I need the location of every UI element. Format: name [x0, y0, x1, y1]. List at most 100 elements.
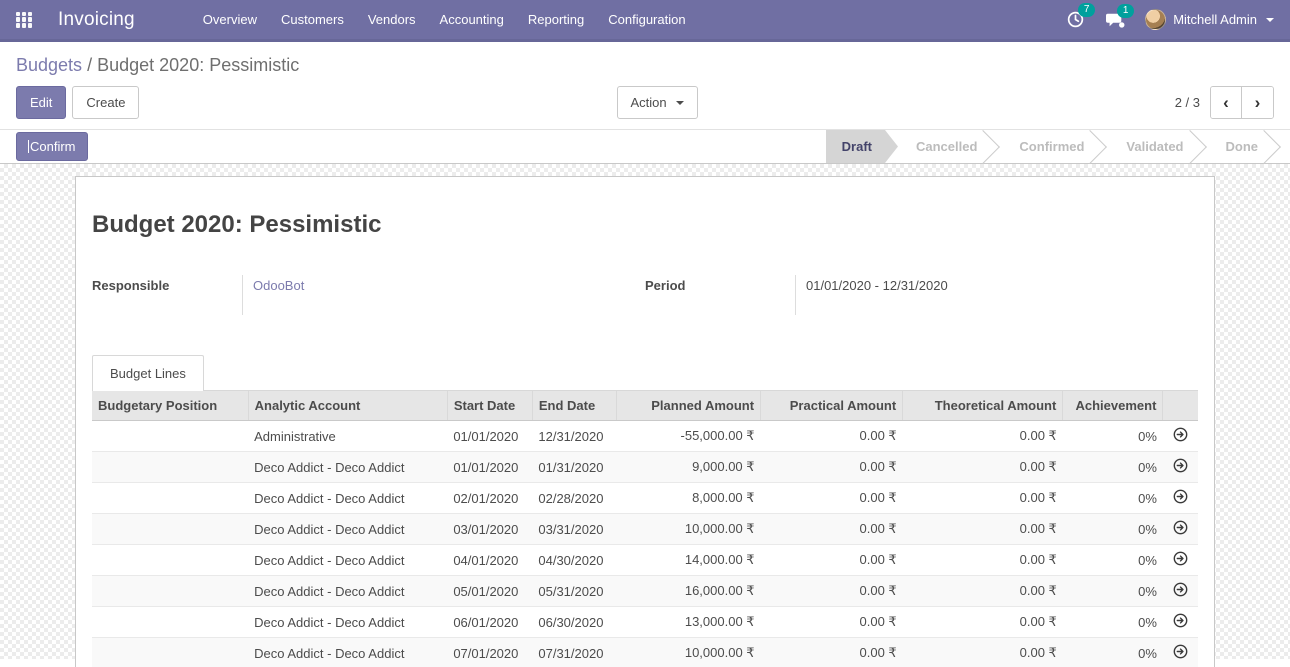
- table-row[interactable]: Deco Addict - Deco Addict 03/01/2020 03/…: [92, 514, 1198, 545]
- open-record-button[interactable]: [1173, 458, 1188, 473]
- column-header-achievement[interactable]: Achievement: [1063, 391, 1163, 421]
- cell-planned-amount: 9,000.00 ₹: [616, 452, 760, 483]
- cell-planned-amount: 14,000.00 ₹: [616, 545, 760, 576]
- menu-item-accounting[interactable]: Accounting: [430, 0, 514, 41]
- pager-next-button[interactable]: ›: [1242, 87, 1273, 118]
- cell-end-date: 04/30/2020: [532, 545, 616, 576]
- breadcrumb-separator: /: [87, 55, 92, 75]
- edit-button[interactable]: Edit: [16, 86, 66, 119]
- status-step-draft[interactable]: Draft: [826, 130, 898, 163]
- open-record-button[interactable]: [1173, 551, 1188, 566]
- table-row[interactable]: Deco Addict - Deco Addict 04/01/2020 04/…: [92, 545, 1198, 576]
- cell-budgetary-position: [92, 421, 248, 452]
- menu-item-configuration[interactable]: Configuration: [598, 0, 695, 41]
- cell-achievement: 0%: [1063, 576, 1163, 607]
- status-step-cancelled[interactable]: Cancelled: [898, 130, 1001, 163]
- cell-start-date: 05/01/2020: [447, 576, 532, 607]
- cell-budgetary-position: [92, 545, 248, 576]
- table-row[interactable]: Deco Addict - Deco Addict 05/01/2020 05/…: [92, 576, 1198, 607]
- open-record-button[interactable]: [1173, 582, 1188, 597]
- cell-practical-amount: 0.00 ₹: [761, 421, 903, 452]
- pager-previous-button[interactable]: ‹: [1211, 87, 1242, 118]
- breadcrumb-current: Budget 2020: Pessimistic: [97, 55, 299, 75]
- column-header-budgetary-position[interactable]: Budgetary Position: [92, 391, 248, 421]
- cell-end-date: 05/31/2020: [532, 576, 616, 607]
- column-header-end-date[interactable]: End Date: [532, 391, 616, 421]
- user-menu[interactable]: Mitchell Admin: [1145, 9, 1274, 30]
- cell-budgetary-position: [92, 576, 248, 607]
- menu-item-overview[interactable]: Overview: [193, 0, 267, 41]
- cell-planned-amount: 8,000.00 ₹: [616, 483, 760, 514]
- breadcrumb-parent-link[interactable]: Budgets: [16, 55, 82, 75]
- table-header-row: Budgetary PositionAnalytic AccountStart …: [92, 391, 1198, 421]
- menu-item-reporting[interactable]: Reporting: [518, 0, 594, 41]
- cell-budgetary-position: [92, 607, 248, 638]
- open-record-button[interactable]: [1173, 427, 1188, 442]
- responsible-value-link[interactable]: OdooBot: [253, 278, 304, 293]
- apps-grid-icon[interactable]: [16, 12, 32, 28]
- status-step-done[interactable]: Done: [1208, 130, 1283, 163]
- cell-planned-amount: 10,000.00 ₹: [616, 514, 760, 545]
- open-record-button[interactable]: [1173, 520, 1188, 535]
- field-group: Responsible OdooBot Period 01/01/2020 - …: [92, 275, 1198, 315]
- cell-start-date: 03/01/2020: [447, 514, 532, 545]
- confirm-button[interactable]: Confirm: [16, 132, 88, 161]
- caret-down-icon: [676, 101, 684, 105]
- column-header-analytic-account[interactable]: Analytic Account: [248, 391, 447, 421]
- cell-practical-amount: 0.00 ₹: [761, 638, 903, 667]
- top-menus: OverviewCustomersVendorsAccountingReport…: [193, 0, 696, 41]
- column-header-practical-amount[interactable]: Practical Amount: [761, 391, 903, 421]
- arrow-circle-right-icon: [1173, 489, 1188, 504]
- arrow-circle-right-icon: [1173, 644, 1188, 659]
- cell-achievement: 0%: [1063, 514, 1163, 545]
- cell-end-date: 03/31/2020: [532, 514, 616, 545]
- responsible-label: Responsible: [92, 275, 242, 315]
- caret-down-icon: [1266, 18, 1274, 22]
- cell-theoretical-amount: 0.00 ₹: [903, 607, 1063, 638]
- activity-menu[interactable]: 7: [1066, 10, 1085, 29]
- app-title[interactable]: Invoicing: [58, 9, 135, 31]
- status-step-confirmed[interactable]: Confirmed: [1001, 130, 1108, 163]
- table-row[interactable]: Deco Addict - Deco Addict 07/01/2020 07/…: [92, 638, 1198, 667]
- cell-analytic-account: Deco Addict - Deco Addict: [248, 483, 447, 514]
- arrow-circle-right-icon: [1173, 427, 1188, 442]
- cell-start-date: 01/01/2020: [447, 452, 532, 483]
- cell-analytic-account: Deco Addict - Deco Addict: [248, 607, 447, 638]
- messages-menu[interactable]: 1: [1105, 11, 1125, 29]
- cell-practical-amount: 0.00 ₹: [761, 545, 903, 576]
- cell-practical-amount: 0.00 ₹: [761, 576, 903, 607]
- menu-item-vendors[interactable]: Vendors: [358, 0, 426, 41]
- text-cursor: [28, 140, 29, 153]
- tab-budget-lines[interactable]: Budget Lines: [92, 355, 204, 391]
- open-record-button[interactable]: [1173, 489, 1188, 504]
- column-header-theoretical-amount[interactable]: Theoretical Amount: [903, 391, 1063, 421]
- cell-theoretical-amount: 0.00 ₹: [903, 638, 1063, 667]
- cell-practical-amount: 0.00 ₹: [761, 514, 903, 545]
- cell-planned-amount: 16,000.00 ₹: [616, 576, 760, 607]
- status-step-validated[interactable]: Validated: [1108, 130, 1207, 163]
- cell-achievement: 0%: [1063, 638, 1163, 667]
- table-row[interactable]: Deco Addict - Deco Addict 02/01/2020 02/…: [92, 483, 1198, 514]
- cell-achievement: 0%: [1063, 421, 1163, 452]
- cell-budgetary-position: [92, 514, 248, 545]
- statusbar: Confirm DraftCancelledConfirmedValidated…: [0, 129, 1290, 164]
- cell-achievement: 0%: [1063, 483, 1163, 514]
- table-row[interactable]: Deco Addict - Deco Addict 06/01/2020 06/…: [92, 607, 1198, 638]
- cell-analytic-account: Administrative: [248, 421, 447, 452]
- status-steps: DraftCancelledConfirmedValidatedDone: [826, 130, 1290, 163]
- menu-item-customers[interactable]: Customers: [271, 0, 354, 41]
- create-button[interactable]: Create: [72, 86, 139, 119]
- cell-planned-amount: -55,000.00 ₹: [616, 421, 760, 452]
- open-record-button[interactable]: [1173, 644, 1188, 659]
- column-header-planned-amount[interactable]: Planned Amount: [616, 391, 760, 421]
- open-record-button[interactable]: [1173, 613, 1188, 628]
- action-dropdown-button[interactable]: Action: [617, 86, 698, 119]
- breadcrumb: Budgets / Budget 2020: Pessimistic: [0, 42, 1290, 78]
- cell-budgetary-position: [92, 452, 248, 483]
- arrow-circle-right-icon: [1173, 551, 1188, 566]
- table-row[interactable]: Deco Addict - Deco Addict 01/01/2020 01/…: [92, 452, 1198, 483]
- cell-theoretical-amount: 0.00 ₹: [903, 545, 1063, 576]
- table-row[interactable]: Administrative 01/01/2020 12/31/2020 -55…: [92, 421, 1198, 452]
- column-header-start-date[interactable]: Start Date: [447, 391, 532, 421]
- cell-achievement: 0%: [1063, 545, 1163, 576]
